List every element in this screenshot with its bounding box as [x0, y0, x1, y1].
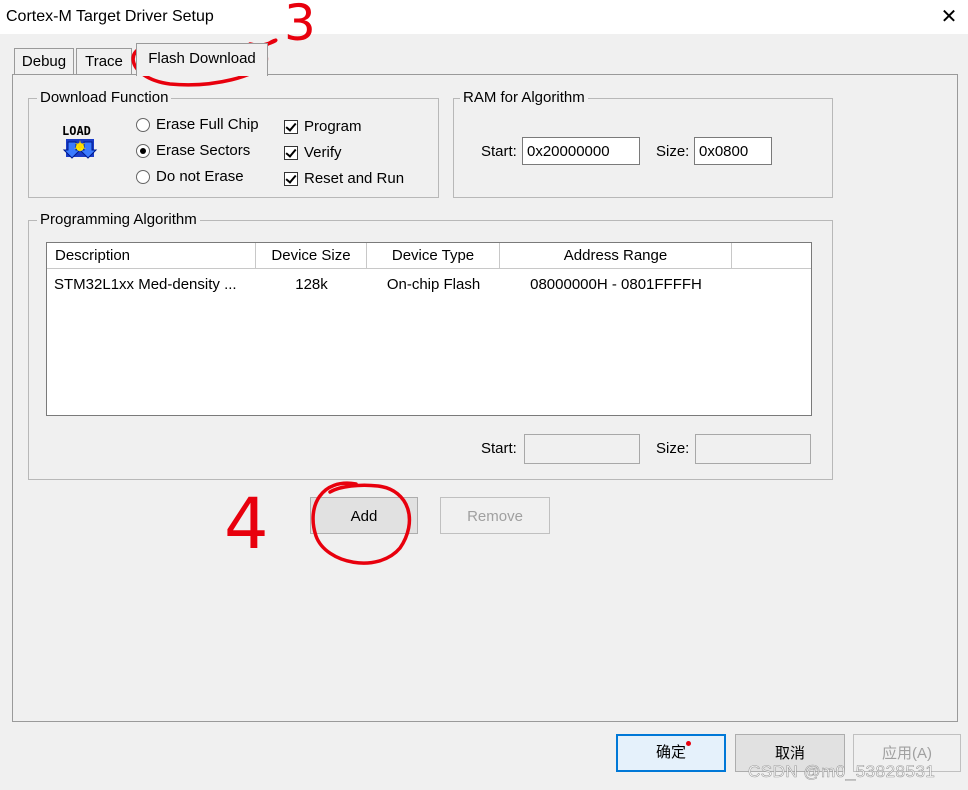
watermark: CSDN @m0_53828531 [748, 762, 936, 782]
annotation-step4: 4 [224, 483, 269, 565]
annotation-step3: 3 [284, 0, 316, 52]
tab-flash-download[interactable]: Flash Download [136, 43, 268, 76]
annotation-overlay: 3 4 [131, 0, 411, 565]
add-button-circle [311, 481, 411, 565]
